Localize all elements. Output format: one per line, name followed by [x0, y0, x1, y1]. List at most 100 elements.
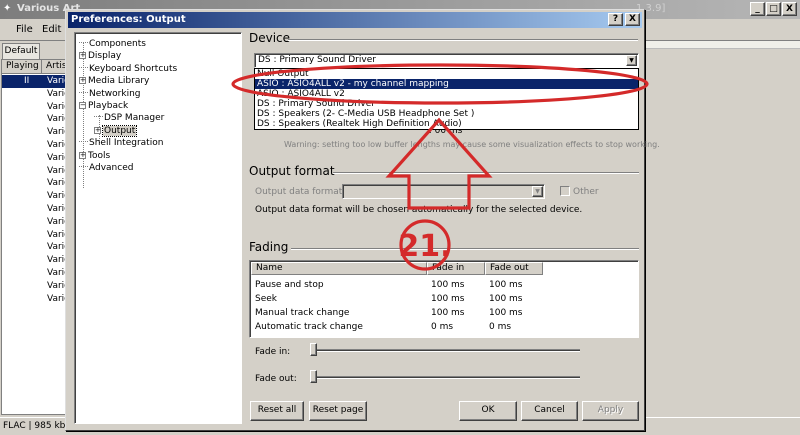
tree-item-label: Tools: [88, 150, 111, 161]
device-combo[interactable]: DS : Primary Sound Driver ▼: [254, 53, 639, 68]
playlist-view[interactable]: Playing Artis II Vario Vario Vario Vario Vari…: [1, 59, 70, 415]
tree-item-tools[interactable]: + Tools: [79, 150, 110, 162]
fade-in-slider-thumb[interactable]: [310, 343, 317, 356]
fading-row[interactable]: Automatic track change 0 ms 0 ms: [250, 320, 638, 333]
playlist-row[interactable]: Vario: [2, 165, 70, 178]
fading-name: Seek: [255, 294, 277, 304]
playlist-row[interactable]: Vario: [2, 190, 70, 203]
playlist-row[interactable]: II Vario: [2, 75, 70, 88]
help-button[interactable]: ?: [608, 13, 623, 26]
fading-out-value: 100 ms: [489, 308, 523, 318]
output-format-divider: [333, 172, 639, 174]
playlist-row[interactable]: Vario: [2, 203, 70, 216]
fading-divider: [291, 248, 639, 250]
buffer-warning: Warning: setting too low buffer lengths …: [284, 140, 660, 149]
tree-connector: [79, 66, 88, 68]
tree-item-output[interactable]: + Output: [94, 124, 138, 137]
column-artist[interactable]: Artis: [42, 60, 66, 74]
tree-item-playback[interactable]: − Playback: [79, 100, 128, 112]
minimize-button[interactable]: _: [750, 2, 765, 16]
dialog-close-button[interactable]: X: [625, 13, 640, 26]
device-option[interactable]: DS : Speakers (Realtek High Definition A…: [255, 119, 638, 129]
device-option[interactable]: DS : Primary Sound Driver: [255, 99, 638, 109]
playlist-row[interactable]: Vario: [2, 229, 70, 242]
expand-icon[interactable]: +: [79, 52, 86, 60]
tree-item-label: DSP Manager: [104, 113, 165, 124]
playlist-row[interactable]: Vario: [2, 280, 70, 293]
playlist-row[interactable]: Vario: [2, 88, 70, 101]
playlist-row[interactable]: Vario: [2, 113, 70, 126]
expand-icon[interactable]: +: [79, 151, 86, 159]
device-combo-value: DS : Primary Sound Driver: [258, 55, 376, 65]
ok-button[interactable]: OK: [459, 401, 517, 421]
collapse-icon[interactable]: −: [79, 102, 86, 109]
tree-item-label: Playback: [88, 101, 129, 111]
tree-item-label: Advanced: [89, 163, 134, 173]
playlist-row[interactable]: Vario: [2, 241, 70, 254]
fading-out-value: 0 ms: [489, 322, 512, 332]
playlist-row[interactable]: Vario: [2, 293, 70, 306]
menu-edit[interactable]: Edit: [42, 24, 61, 35]
menu-file[interactable]: File: [16, 24, 33, 35]
device-dropdown-list[interactable]: Null Output ASIO : ASIO4ALL v2 - my chann…: [254, 68, 639, 130]
device-option[interactable]: ASIO : ASIO4ALL v2 - my channel mapping: [255, 79, 638, 89]
expand-icon[interactable]: +: [94, 126, 101, 134]
tab-default[interactable]: Default: [2, 43, 40, 59]
playlist-row[interactable]: Vario: [2, 267, 70, 280]
output-format-combo[interactable]: ▼: [342, 184, 545, 199]
output-format-note: Output data format will be chosen automa…: [255, 205, 583, 215]
device-option[interactable]: ASIO : ASIO4ALL v2: [255, 89, 638, 99]
playlist-row[interactable]: Vario: [2, 101, 70, 114]
device-option[interactable]: Null Output: [255, 69, 638, 79]
fading-in-value: 100 ms: [431, 280, 465, 290]
playlist-row[interactable]: Vario: [2, 126, 70, 139]
device-section-title: Device: [249, 31, 291, 45]
fade-in-label: Fade in:: [255, 347, 291, 357]
output-data-format-label: Output data format:: [255, 187, 346, 197]
tree-item-dsp-manager[interactable]: DSP Manager: [94, 112, 164, 124]
apply-button[interactable]: Apply: [582, 401, 639, 421]
playlist-row[interactable]: Vario: [2, 152, 70, 165]
fading-section-title: Fading: [249, 240, 289, 254]
expand-icon[interactable]: +: [79, 77, 86, 85]
close-button[interactable]: X: [782, 2, 797, 16]
tree-item-display[interactable]: + Display: [79, 50, 121, 62]
tree-item-label: Components: [89, 39, 146, 49]
tree-item-advanced[interactable]: Advanced: [79, 162, 133, 174]
device-option[interactable]: DS : Speakers (2- C-Media USB Headphone …: [255, 109, 638, 119]
column-playing[interactable]: Playing: [2, 60, 42, 74]
tree-item-label: Shell Integration: [89, 138, 164, 149]
playlist-row[interactable]: Vario: [2, 177, 70, 190]
playlist-row[interactable]: Vario: [2, 254, 70, 267]
tree-item-media-library[interactable]: + Media Library: [79, 75, 149, 87]
fading-row[interactable]: Seek 100 ms 100 ms: [250, 292, 638, 305]
chevron-down-icon[interactable]: ▼: [532, 186, 543, 197]
other-checkbox[interactable]: [560, 186, 570, 196]
dialog-title-buttons: ? X: [608, 13, 640, 26]
toolbar-strip: [645, 41, 800, 49]
main-right-area: [645, 41, 800, 417]
cancel-button[interactable]: Cancel: [521, 401, 578, 421]
fading-row[interactable]: Pause and stop 100 ms 100 ms: [250, 278, 638, 291]
col-fade-in[interactable]: Fade in: [427, 262, 485, 275]
tree-item-networking[interactable]: Networking: [79, 88, 141, 100]
tree-connector: [79, 166, 88, 167]
tree-item-components[interactable]: Components: [79, 38, 146, 50]
playlist-row[interactable]: Vario: [2, 216, 70, 229]
tree-item-shell-integration[interactable]: Shell Integration: [79, 137, 163, 149]
fading-name: Pause and stop: [255, 280, 324, 290]
fading-row[interactable]: Manual track change 100 ms 100 ms: [250, 306, 638, 319]
reset-page-button[interactable]: Reset page: [309, 401, 367, 421]
preferences-tree[interactable]: Components + Display Keyboard Shortcuts + Med…: [74, 32, 242, 424]
maximize-button[interactable]: □: [766, 2, 781, 16]
tree-item-label: Keyboard Shortcuts: [89, 63, 178, 74]
app-logo-icon: ✦: [3, 3, 12, 14]
col-name[interactable]: Name: [251, 262, 427, 275]
reset-all-button[interactable]: Reset all: [250, 401, 304, 421]
chevron-down-icon[interactable]: ▼: [626, 55, 637, 66]
fading-table[interactable]: Name Fade in Fade out Pause and stop 100 …: [249, 260, 639, 338]
tree-item-keyboard-shortcuts[interactable]: Keyboard Shortcuts: [79, 63, 177, 75]
col-fade-out[interactable]: Fade out: [485, 262, 543, 275]
playlist-row[interactable]: Vario: [2, 139, 70, 152]
fade-out-slider-thumb[interactable]: [310, 370, 317, 383]
